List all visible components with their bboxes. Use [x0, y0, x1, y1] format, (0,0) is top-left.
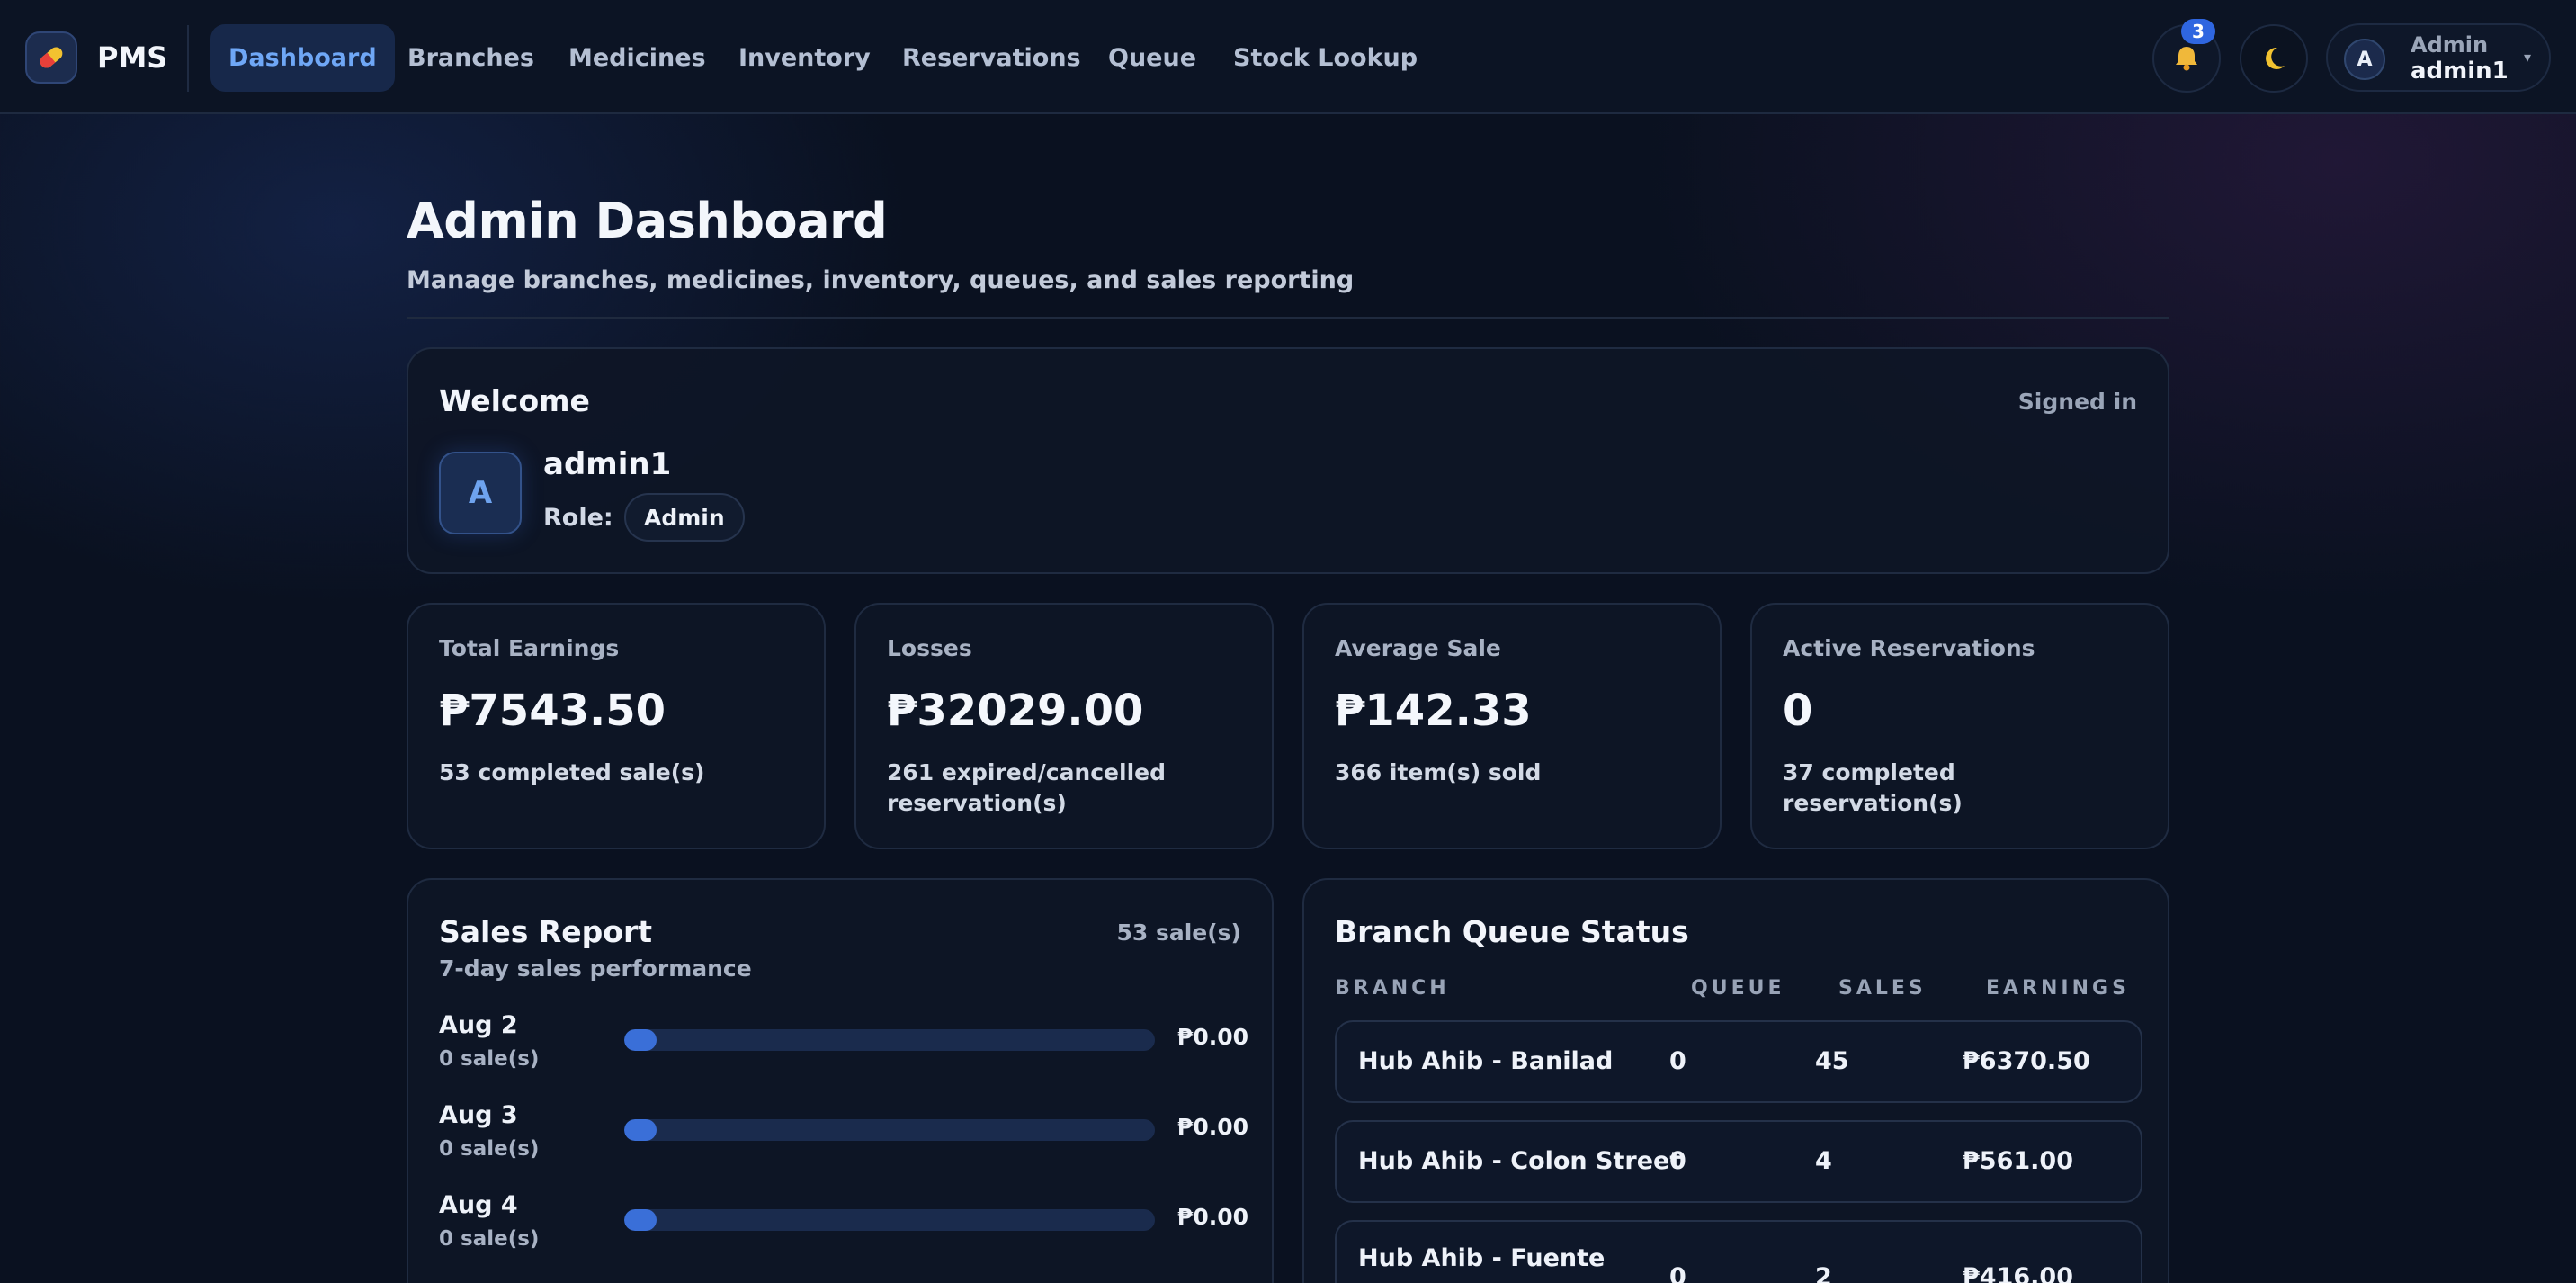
- nav-divider: [187, 25, 189, 92]
- nav-queue[interactable]: Queue: [1090, 24, 1214, 92]
- sales-report-card: Sales Report 7-day sales performance 53 …: [407, 878, 1274, 1283]
- column-header-sales: SALES: [1838, 977, 1927, 1000]
- page-subtitle: Manage branches, medicines, inventory, q…: [407, 266, 1355, 294]
- branch-queue-count: 0: [1669, 1147, 1686, 1175]
- branch-earnings: ₱6370.50: [1963, 1047, 2090, 1075]
- top-navbar: PMS Dashboard Branches Medicines Invento…: [0, 0, 2576, 114]
- branch-queue-card: Branch Queue Status BRANCH QUEUE SALES E…: [1302, 878, 2169, 1283]
- stat-label: Total Earnings: [439, 635, 620, 661]
- welcome-card: Welcome Signed in A admin1 Role: Admin: [407, 347, 2169, 574]
- branch-name: Hub Ahib - Fuente: [1358, 1244, 1606, 1272]
- nav-stock-lookup[interactable]: Stock Lookup: [1215, 24, 1436, 92]
- branch-earnings: ₱561.00: [1963, 1147, 2073, 1175]
- stat-card-active-reservations: Active Reservations 0 37 completed reser…: [1750, 603, 2169, 849]
- user-role: Admin: [2411, 32, 2489, 58]
- sales-day-amount: ₱0.00: [1176, 1024, 1248, 1050]
- pill-icon[interactable]: [25, 31, 77, 84]
- sales-count: 53 sale(s): [1116, 920, 1241, 946]
- sales-bar-fill: [624, 1119, 657, 1141]
- stat-card-losses: Losses ₱32029.00 261 expired/cancelled r…: [854, 603, 1274, 849]
- welcome-title: Welcome: [439, 383, 590, 418]
- notification-count-badge: 3: [2181, 19, 2215, 44]
- sales-day-amount: ₱0.00: [1176, 1114, 1248, 1140]
- chevron-down-icon: ▾: [2524, 49, 2532, 66]
- branch-sales-count: 45: [1815, 1047, 1849, 1075]
- header-divider: [407, 317, 2169, 319]
- sales-day-row: Aug 4 0 sale(s) ₱0.00: [439, 1191, 1248, 1256]
- sales-day-count: 0 sale(s): [439, 1227, 540, 1251]
- signed-in-status: Signed in: [2017, 389, 2137, 415]
- sales-day-row: Aug 2 0 sale(s) ₱0.00: [439, 1011, 1248, 1076]
- sales-day-row: Aug 3 0 sale(s) ₱0.00: [439, 1101, 1248, 1166]
- bell-icon: [2176, 47, 2197, 71]
- stat-value: ₱142.33: [1335, 686, 1532, 736]
- column-header-branch: BRANCH: [1335, 977, 1450, 1000]
- branch-name: Hub Ahib - Colon Street: [1358, 1147, 1682, 1175]
- stat-note: 366 item(s) sold: [1335, 759, 1542, 785]
- page-title: Admin Dashboard: [407, 193, 888, 249]
- branch-queue-count: 0: [1669, 1263, 1686, 1283]
- nav-dashboard[interactable]: Dashboard: [210, 24, 395, 92]
- theme-toggle-button[interactable]: [2240, 24, 2308, 93]
- sales-report-title: Sales Report: [439, 914, 652, 949]
- stat-value: ₱7543.50: [439, 686, 666, 736]
- stat-label: Average Sale: [1335, 635, 1501, 661]
- stat-card-average-sale: Average Sale ₱142.33 366 item(s) sold: [1302, 603, 1722, 849]
- welcome-username: admin1: [543, 446, 672, 482]
- stat-note: 261 expired/cancelled reservation(s): [887, 759, 1166, 816]
- role-label: Role:: [543, 504, 613, 532]
- stat-note: 37 completed reservation(s): [1783, 759, 1963, 816]
- column-header-queue: QUEUE: [1691, 977, 1785, 1000]
- branch-earnings: ₱416.00: [1963, 1263, 2073, 1283]
- nav-reservations[interactable]: Reservations: [884, 24, 1099, 92]
- sales-day-label: Aug 3: [439, 1101, 518, 1129]
- stat-label: Losses: [887, 635, 972, 661]
- branch-name: Hub Ahib - Banilad: [1358, 1047, 1614, 1075]
- branch-queue-title: Branch Queue Status: [1335, 914, 1689, 949]
- branch-sales-count: 4: [1815, 1147, 1832, 1175]
- nav-branches[interactable]: Branches: [389, 24, 552, 92]
- sales-day-amount: ₱0.00: [1176, 1204, 1248, 1230]
- stat-card-total-earnings: Total Earnings ₱7543.50 53 completed sal…: [407, 603, 826, 849]
- user-name: admin1: [2411, 58, 2509, 85]
- avatar: A: [439, 452, 522, 534]
- moon-icon: [2266, 47, 2285, 69]
- nav-medicines[interactable]: Medicines: [550, 24, 724, 92]
- sales-bar-fill: [624, 1209, 657, 1231]
- role-badge: Admin: [624, 493, 745, 542]
- column-header-earnings: EARNINGS: [1986, 977, 2130, 1000]
- sales-bar-track: [624, 1209, 1155, 1231]
- table-row[interactable]: Hub Ahib - Colon Street 0 4 ₱561.00: [1335, 1120, 2142, 1203]
- table-row[interactable]: Hub Ahib - Fuente 0 2 ₱416.00: [1335, 1220, 2142, 1283]
- stat-value: ₱32029.00: [887, 686, 1144, 736]
- sales-report-subtitle: 7-day sales performance: [439, 956, 752, 982]
- sales-day-label: Aug 2: [439, 1011, 518, 1039]
- sales-day-count: 0 sale(s): [439, 1047, 540, 1071]
- stat-label: Active Reservations: [1783, 635, 2035, 661]
- stat-note: 53 completed sale(s): [439, 759, 705, 785]
- branch-queue-count: 0: [1669, 1047, 1686, 1075]
- nav-inventory[interactable]: Inventory: [720, 24, 889, 92]
- brand-name[interactable]: PMS: [97, 40, 167, 76]
- sales-bar-track: [624, 1119, 1155, 1141]
- table-row[interactable]: Hub Ahib - Banilad 0 45 ₱6370.50: [1335, 1020, 2142, 1103]
- sales-day-label: Aug 4: [439, 1191, 518, 1219]
- notifications-button[interactable]: 3: [2152, 19, 2221, 93]
- sales-bar-track: [624, 1029, 1155, 1051]
- sales-bar-fill: [624, 1029, 657, 1051]
- user-menu[interactable]: A Admin admin1 ▾: [2326, 23, 2551, 92]
- stat-value: 0: [1783, 686, 1813, 736]
- branch-sales-count: 2: [1815, 1263, 1832, 1283]
- sales-day-count: 0 sale(s): [439, 1137, 540, 1161]
- avatar: A: [2344, 39, 2385, 80]
